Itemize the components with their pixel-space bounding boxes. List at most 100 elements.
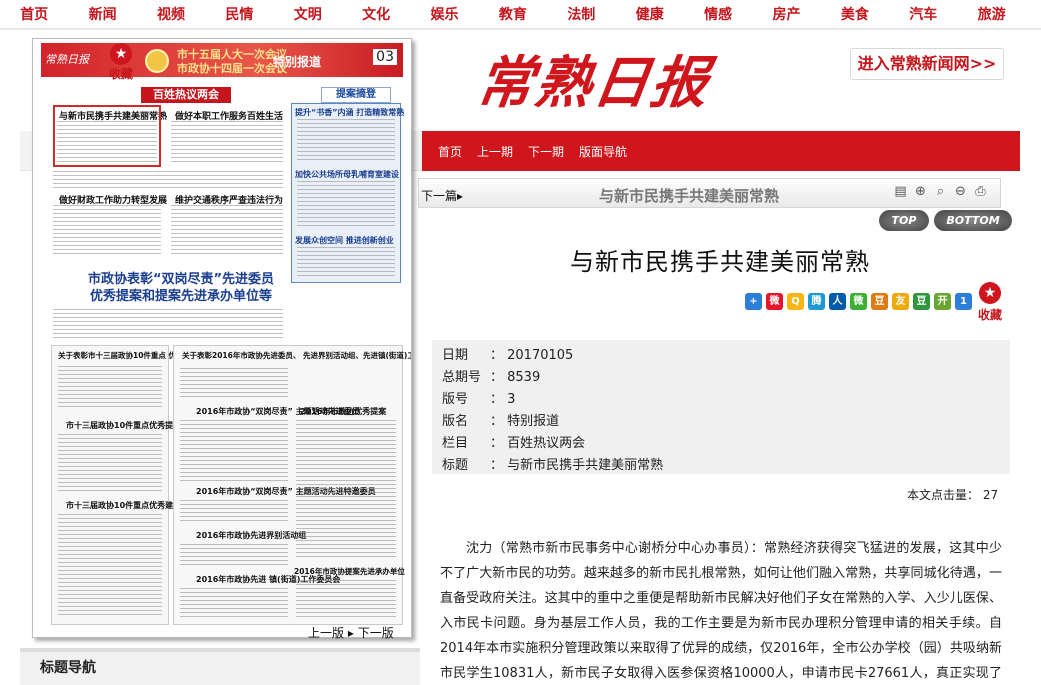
- meta-value: 百姓热议两会: [507, 436, 586, 451]
- channel-home[interactable]: 首页: [0, 4, 68, 24]
- favorite-label: 收藏: [977, 308, 1002, 322]
- next-article-label: 下一篇: [421, 189, 458, 203]
- hit-count: 本文点击量： 27: [907, 486, 998, 503]
- meta-key: 标题: [442, 458, 469, 473]
- meta-key: 日期: [442, 348, 469, 363]
- issue-nav-layout[interactable]: 版面导航: [579, 143, 627, 160]
- issue-nav-prev[interactable]: 上一期: [477, 143, 513, 160]
- article-headline-3[interactable]: 提升“书香”内涵 打造精致常熟: [295, 107, 404, 118]
- channel-emotion[interactable]: 情感: [684, 4, 752, 24]
- issue-nav-home[interactable]: 首页: [438, 143, 462, 160]
- channel-auto[interactable]: 汽车: [889, 4, 957, 24]
- prev-page-link[interactable]: 上一版: [308, 626, 344, 640]
- share-bar: + 微 Q 腾人微豆友豆开 1: [745, 293, 972, 310]
- wechat-icon[interactable]: 微: [850, 293, 867, 310]
- list-icon[interactable]: ▤: [893, 184, 908, 200]
- channel-nav: 首页 新闻 视频 民情 文明 文化 娱乐 教育 法制 健康 情感 房产 美食 汽…: [0, 0, 1041, 30]
- channel-real-estate[interactable]: 房产: [752, 4, 820, 24]
- panel-title: 2016年市政协提案先进承办单位: [294, 567, 405, 576]
- channel-entertainment[interactable]: 娱乐: [410, 4, 478, 24]
- qzone-icon[interactable]: Q: [787, 293, 804, 310]
- channel-education[interactable]: 教育: [479, 4, 547, 24]
- tencent-weibo-icon[interactable]: 腾: [808, 293, 825, 310]
- meta-date: 日期： 20170105: [442, 344, 573, 366]
- paper-logo: 常熟日报: [45, 53, 89, 66]
- issue-nav-next[interactable]: 下一期: [528, 143, 564, 160]
- next-page-link[interactable]: 下一版: [358, 626, 394, 640]
- meta-value: 20170105: [507, 348, 574, 363]
- channel-civilization[interactable]: 文明: [274, 4, 342, 24]
- panel-text: [180, 368, 288, 398]
- banner-head-2: 市政协十四届一次会议: [177, 62, 287, 75]
- commendation-panel-right: 关于表彰2016年市政协先进委员、 先进界别活动组、先进镇(街道)工委及优秀提案…: [173, 345, 411, 625]
- channel-health[interactable]: 健康: [616, 4, 684, 24]
- meta-title: 标题： 与新市民携手共建美丽常熟: [442, 454, 663, 476]
- panel-title: 关于表彰2016年市政协先进委员、 先进界别活动组、先进镇(街道)工委及优秀提案…: [182, 351, 412, 360]
- article-text-block: [53, 171, 283, 191]
- title-navigation-label: 标题导航: [40, 660, 96, 676]
- page-number: 03: [373, 49, 397, 65]
- section-label-2: 提案摘登: [321, 87, 391, 103]
- banner-special: 特别报道: [273, 55, 322, 69]
- left-column: 常熟日报 ★ 收藏 市十五届人大一次会议 市政协十四届一次会议 特别报道 03 …: [20, 30, 420, 685]
- channel-food[interactable]: 美食: [821, 4, 889, 24]
- paper-favorite-button[interactable]: ★ 收藏: [103, 41, 139, 81]
- star-icon: ★: [979, 282, 1001, 304]
- meta-value: 与新市民携手共建美丽常熟: [507, 458, 664, 473]
- article-headline-7[interactable]: 发展众创空间 推进创新创业: [295, 235, 394, 246]
- channel-culture[interactable]: 文化: [342, 4, 410, 24]
- panel-title: 市十三届政协10件重点优秀建言: [66, 501, 182, 510]
- search-icon[interactable]: ⌕: [933, 184, 948, 200]
- page-pager: 上一版 ▸ 下一版: [308, 624, 394, 641]
- panel-text: [180, 544, 288, 568]
- scroll-top-button[interactable]: TOP: [879, 210, 929, 231]
- panel-text: [58, 366, 162, 410]
- panel-text: [58, 514, 162, 618]
- next-article-link[interactable]: 下一篇▸: [421, 187, 463, 204]
- print-icon[interactable]: ⎙: [973, 184, 988, 200]
- article-text-block: [53, 309, 283, 341]
- newspaper-page-image[interactable]: 常熟日报 ★ 收藏 市十五届人大一次会议 市政协十四届一次会议 特别报道 03 …: [32, 38, 412, 638]
- zoom-in-icon[interactable]: ⊕: [913, 184, 928, 200]
- article-headline-6[interactable]: 加快公共场所母乳哺育室建设: [295, 169, 399, 180]
- channel-video[interactable]: 视频: [137, 4, 205, 24]
- weibo-icon[interactable]: 微: [766, 293, 783, 310]
- article-text-block: [297, 181, 395, 229]
- panel-text: [180, 500, 288, 524]
- qq-friend-icon[interactable]: 友: [892, 293, 909, 310]
- meta-key: 版号: [442, 392, 469, 407]
- page-banner: 常熟日报 ★ 收藏 市十五届人大一次会议 市政协十四届一次会议 特别报道 03: [41, 41, 403, 81]
- channel-public-opinion[interactable]: 民情: [205, 4, 273, 24]
- kaixin-icon[interactable]: 开: [934, 293, 951, 310]
- douban-icon[interactable]: 豆: [871, 293, 888, 310]
- panel-text: [296, 580, 396, 620]
- favorite-button[interactable]: ★ 收藏: [976, 282, 1004, 323]
- issue-nav: 首页 上一期 下一期 版面导航: [422, 131, 1020, 171]
- article-meta: 日期： 20170105 总期号： 8539 版号： 3 版名： 特别报道 栏目…: [432, 340, 1010, 474]
- title-navigation: 标题导航: [20, 648, 420, 685]
- active-article-highlight[interactable]: [53, 105, 161, 167]
- enter-news-site-button[interactable]: 进入常熟新闻网>>: [850, 48, 1004, 80]
- meta-value: 8539: [507, 370, 541, 385]
- channel-travel[interactable]: 旅游: [957, 4, 1025, 24]
- feature-headline[interactable]: 市政协表彰“双岗尽责”先进委员 优秀提案和提案先进承办单位等: [81, 271, 281, 305]
- article-text-block: [297, 247, 395, 279]
- commendation-panel-left: 关于表彰市十三届政协10件重点 优秀提案和10件重点优秀建言的决定 市十三届政协…: [51, 345, 291, 625]
- douban-green-icon[interactable]: 豆: [913, 293, 930, 310]
- scroll-bottom-button[interactable]: BOTTOM: [934, 210, 1012, 231]
- zoom-out-icon[interactable]: ⊖: [953, 184, 968, 200]
- newspaper-logo: 常熟日报: [472, 50, 715, 116]
- article-text-block: [171, 121, 283, 165]
- meta-column: 栏目： 百姓热议两会: [442, 432, 585, 454]
- meta-value: 3: [507, 392, 516, 407]
- channel-law[interactable]: 法制: [547, 4, 615, 24]
- article-text-block: [53, 205, 161, 255]
- renren-icon[interactable]: 人: [829, 293, 846, 310]
- meta-key: 总期号: [442, 370, 482, 385]
- channel-news[interactable]: 新闻: [68, 4, 136, 24]
- paper-favorite-label: 收藏: [108, 67, 133, 81]
- share-one-icon[interactable]: 1: [955, 293, 972, 310]
- add-share-icon[interactable]: +: [745, 293, 762, 310]
- meta-issue: 总期号： 8539: [442, 366, 540, 388]
- article-text-block: [297, 119, 395, 163]
